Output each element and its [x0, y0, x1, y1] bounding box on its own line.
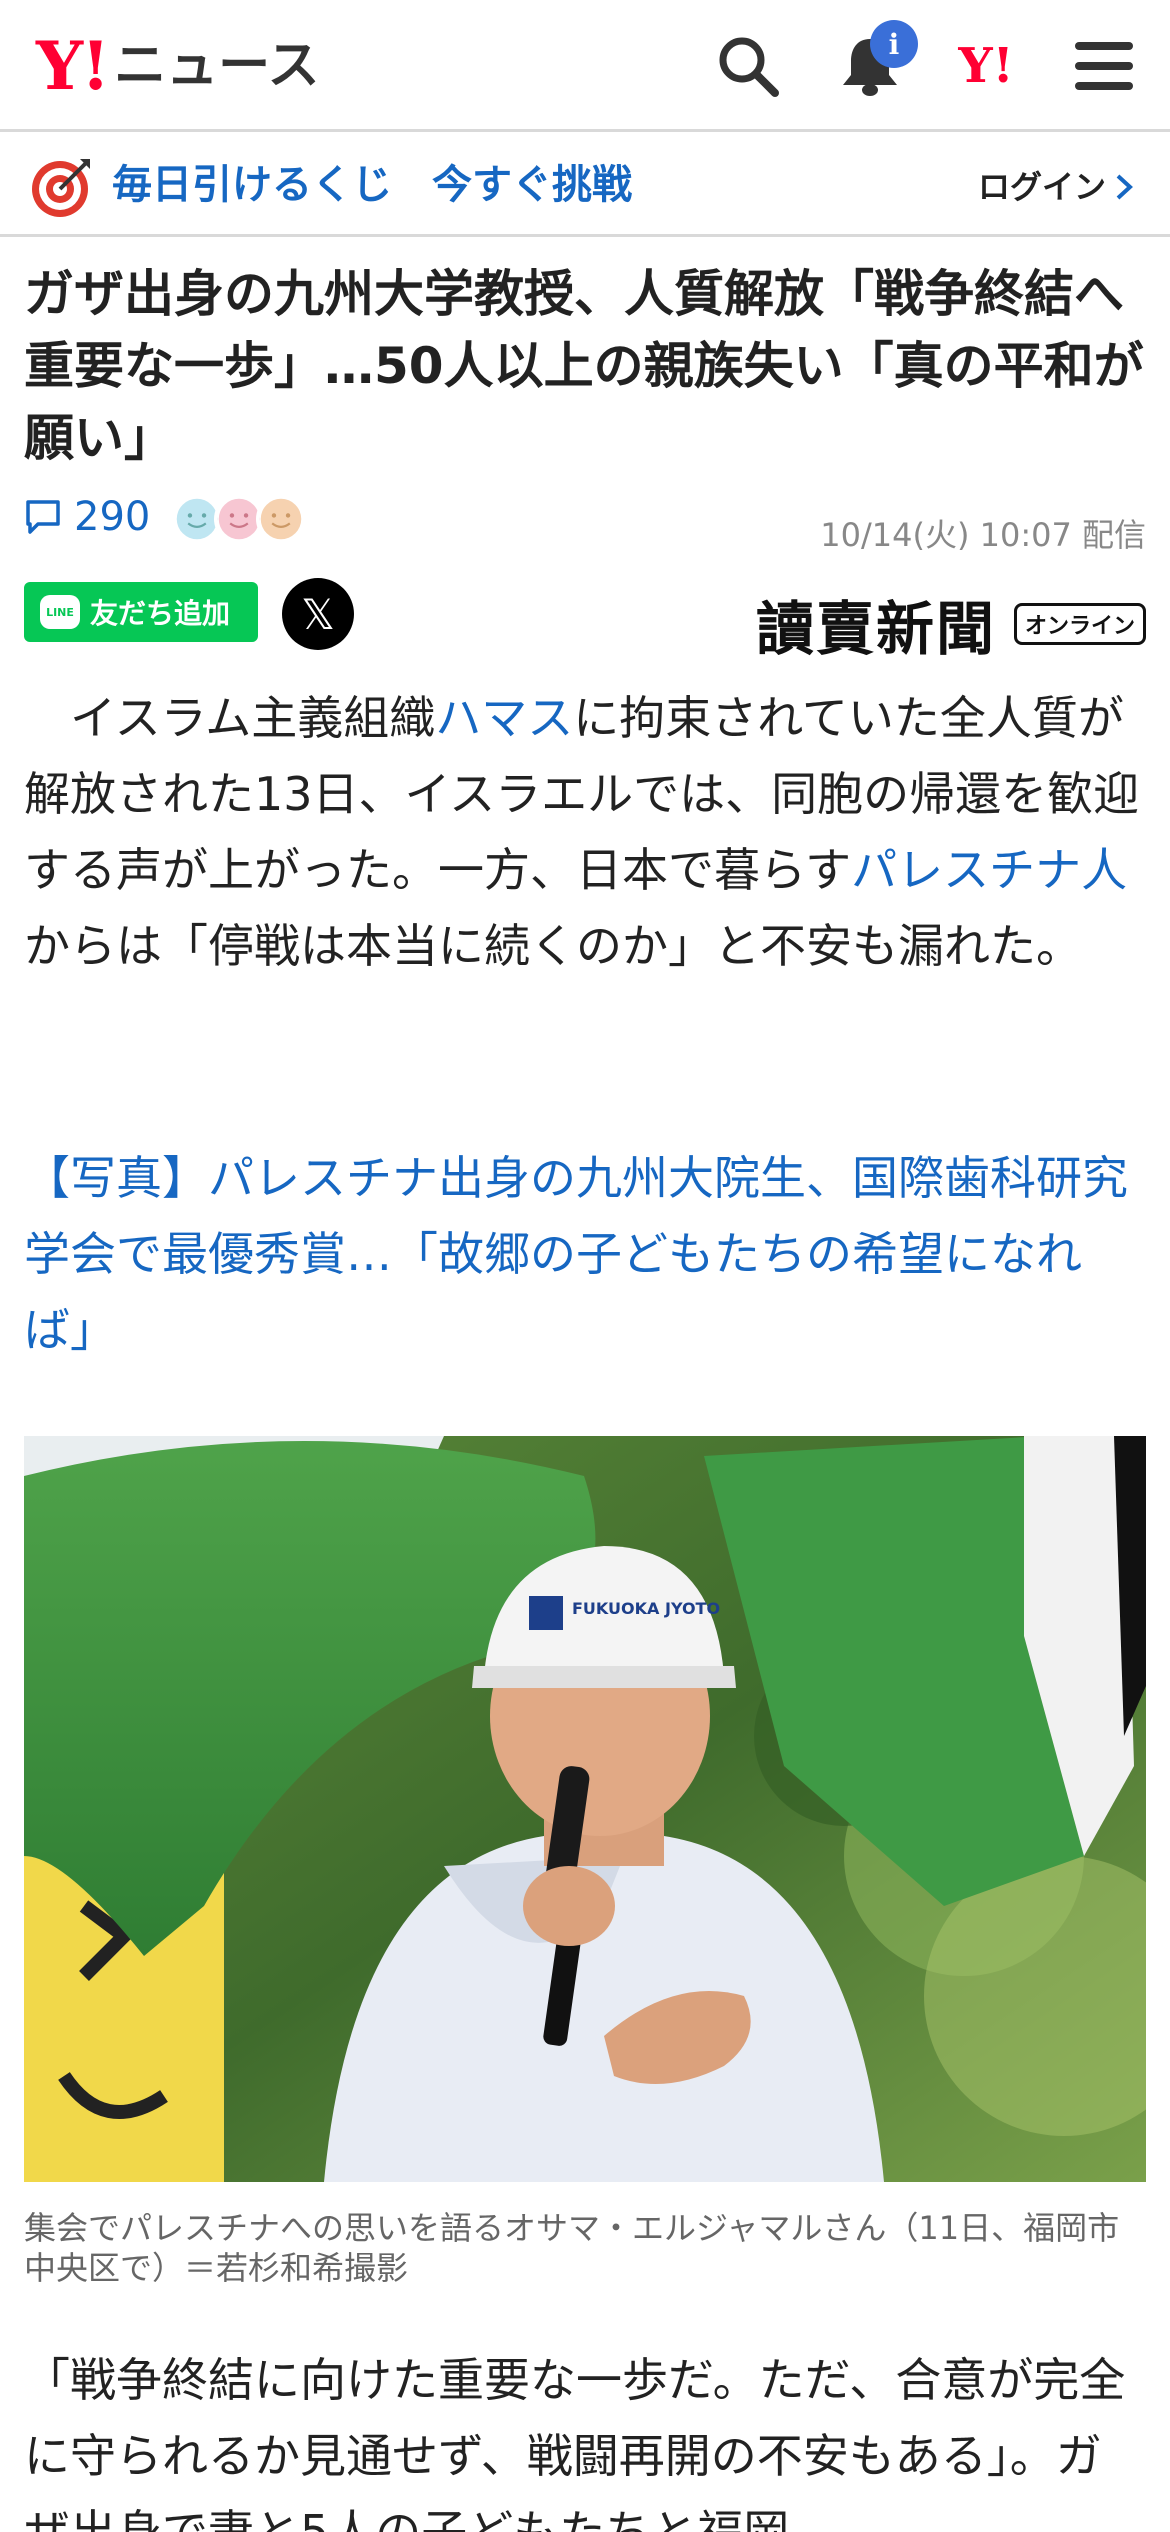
- comments-link[interactable]: 290: [24, 494, 150, 540]
- reaction-faces[interactable]: [172, 494, 312, 546]
- notification-bell-icon[interactable]: i: [834, 20, 918, 102]
- login-label: ログイン: [977, 168, 1106, 206]
- comment-icon: [26, 500, 60, 534]
- paragraph-text: イスラム主義組織: [24, 691, 436, 745]
- line-icon: LINE: [40, 595, 80, 629]
- yahoo-home-label: Y!: [958, 38, 1014, 94]
- login-link[interactable]: ログイン: [978, 167, 1136, 207]
- search-icon[interactable]: [712, 30, 784, 102]
- target-icon: [30, 155, 94, 219]
- hamas-link[interactable]: ハマス: [435, 691, 573, 745]
- article-meta: 290 10/14(火) 10:07 配信: [24, 490, 1146, 554]
- publisher-logo[interactable]: 讀賣新聞 オンライン: [756, 582, 1146, 666]
- x-share-icon[interactable]: 𝕏: [282, 578, 354, 650]
- article-photo[interactable]: FUKUOKA JYOTO: [24, 1436, 1146, 2182]
- line-button-label: 友だち追加: [90, 597, 231, 630]
- cap-logo-text: FUKUOKA JYOTO: [572, 1599, 720, 1618]
- logo-mark: Y!: [36, 27, 110, 105]
- photo-caption: 集会でパレスチナへの思いを語るオサマ・エルジャマルさん（11日、福岡市中央区で）…: [24, 2209, 1120, 2287]
- yahoo-home-icon[interactable]: Y!: [950, 30, 1022, 102]
- notification-badge: i: [870, 20, 918, 68]
- article-paragraph-1: イスラム主義組織ハマスに拘束されていた全人質が解放された13日、イスラエルでは、…: [24, 680, 1146, 984]
- publisher-tag: オンライン: [1013, 603, 1146, 645]
- article-paragraph-2: 「戦争終結に向けた重要な一歩だ。ただ、合意が完全に守られるか見通せず、戦闘再開の…: [24, 2353, 1126, 2532]
- app-header: Y! ニュース i Y!: [0, 0, 1170, 132]
- yahoo-news-logo[interactable]: Y! ニュース: [36, 28, 320, 104]
- article-title: ガザ出身の九州大学教授、人質解放「戦争終結へ重要な一歩」…50人以上の親族失い「…: [24, 265, 1144, 467]
- publisher-name: 讀賣新聞: [755, 595, 996, 663]
- lottery-promo-bar: 毎日引けるくじ 今すぐ挑戦 ログイン: [0, 135, 1170, 237]
- comment-count: 290: [74, 494, 151, 540]
- speaker-photo-illustration: FUKUOKA JYOTO: [24, 1436, 1146, 2182]
- hamburger-menu-icon[interactable]: [1068, 30, 1140, 102]
- paragraph-text: からは「停戦は本当に続くのか」と不安も漏れた。: [24, 919, 1082, 973]
- lottery-promo-link[interactable]: 毎日引けるくじ 今すぐ挑戦: [112, 157, 632, 213]
- share-row: LINE 友だち追加 𝕏 讀賣新聞 オンライン: [24, 578, 1146, 663]
- related-photo-link[interactable]: 【写真】パレスチナ出身の九州大院生、国際歯科研究学会で最優秀賞…「故郷の子どもた…: [24, 1140, 1150, 1368]
- publish-date: 10/14(火) 10:07 配信: [820, 516, 1146, 554]
- x-logo: 𝕏: [301, 589, 335, 639]
- palestinian-link[interactable]: パレスチナ人: [851, 843, 1127, 897]
- grin-face-icon: [256, 494, 306, 544]
- line-add-friend-button[interactable]: LINE 友だち追加: [24, 582, 258, 642]
- chevron-right-icon: [1116, 174, 1133, 200]
- logo-text: ニュース: [114, 36, 320, 96]
